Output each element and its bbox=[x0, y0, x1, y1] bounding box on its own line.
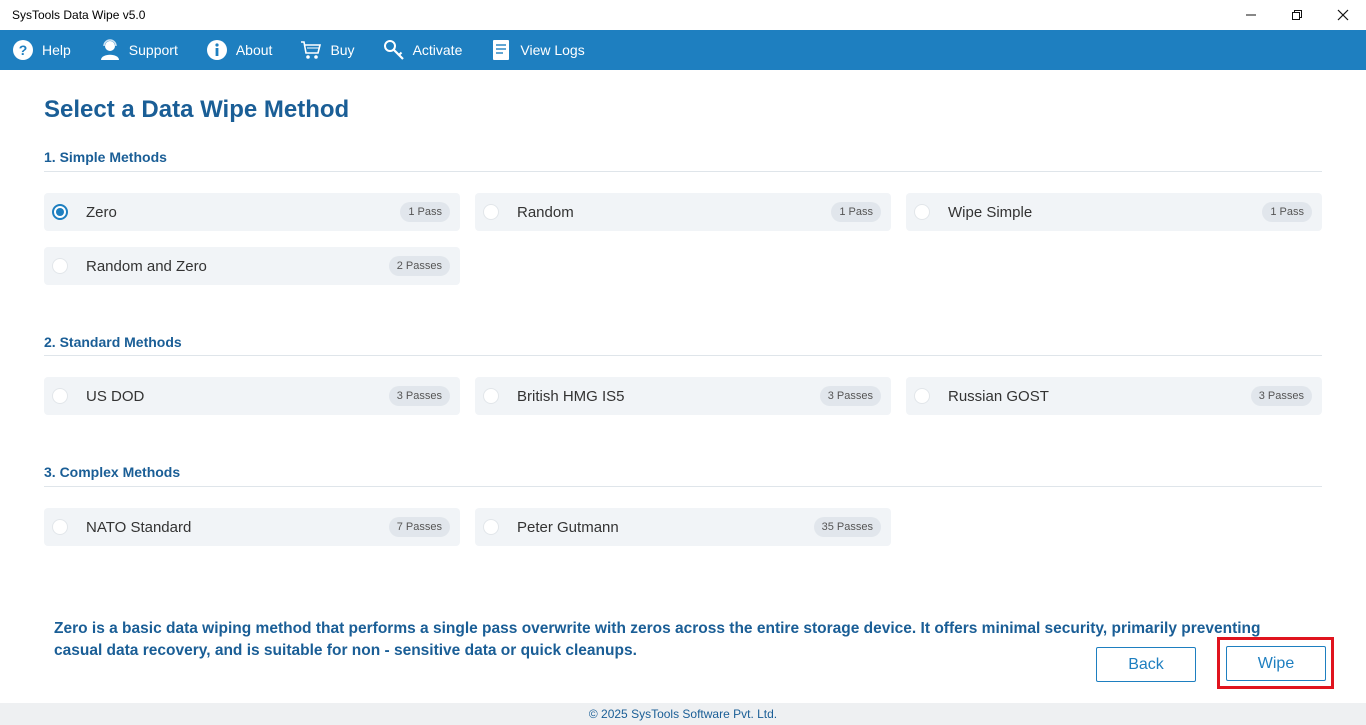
toolbar-activate-label: Activate bbox=[412, 42, 463, 58]
svg-text:?: ? bbox=[19, 42, 28, 58]
option-label: Russian GOST bbox=[948, 387, 1049, 405]
log-icon bbox=[490, 39, 512, 61]
info-icon bbox=[206, 39, 228, 61]
section-divider bbox=[44, 171, 1322, 172]
support-icon bbox=[99, 39, 121, 61]
back-button[interactable]: Back bbox=[1096, 647, 1196, 682]
option-zero[interactable]: Zero 1 Pass bbox=[44, 193, 460, 231]
toolbar: ? Help Support About Buy Activate View L… bbox=[0, 30, 1366, 70]
close-icon[interactable] bbox=[1320, 0, 1366, 30]
key-icon bbox=[383, 39, 405, 61]
pass-badge: 2 Passes bbox=[388, 256, 450, 276]
toolbar-about[interactable]: About bbox=[206, 30, 273, 70]
help-icon: ? bbox=[12, 39, 34, 61]
radio-russian-gost[interactable] bbox=[914, 388, 930, 404]
copyright-text: © 2025 SysTools Software Pvt. Ltd. bbox=[588, 707, 778, 721]
section-title-complex: 3. Complex Methods bbox=[44, 464, 181, 480]
cart-icon bbox=[300, 39, 322, 61]
footer: © 2025 SysTools Software Pvt. Ltd. bbox=[0, 703, 1366, 725]
wipe-button[interactable]: Wipe bbox=[1226, 646, 1326, 681]
toolbar-help-label: Help bbox=[42, 42, 71, 58]
pass-badge: 3 Passes bbox=[819, 386, 881, 406]
radio-random-and-zero[interactable] bbox=[52, 258, 68, 274]
option-label: Random and Zero bbox=[86, 257, 207, 275]
option-random-and-zero[interactable]: Random and Zero 2 Passes bbox=[44, 247, 460, 285]
radio-british-hmg-is5[interactable] bbox=[483, 388, 499, 404]
pass-badge: 1 Pass bbox=[400, 202, 450, 222]
minimize-icon[interactable] bbox=[1228, 0, 1274, 30]
option-us-dod[interactable]: US DOD 3 Passes bbox=[44, 377, 460, 415]
pass-badge: 3 Passes bbox=[1250, 386, 1312, 406]
window-title: SysTools Data Wipe v5.0 bbox=[12, 8, 146, 22]
title-bar: SysTools Data Wipe v5.0 bbox=[0, 0, 1366, 30]
section-divider bbox=[44, 486, 1322, 487]
option-wipe-simple[interactable]: Wipe Simple 1 Pass bbox=[906, 193, 1322, 231]
radio-wipe-simple[interactable] bbox=[914, 204, 930, 220]
option-label: NATO Standard bbox=[86, 518, 192, 536]
option-label: Wipe Simple bbox=[948, 203, 1033, 221]
radio-zero[interactable] bbox=[52, 204, 68, 220]
section-title-simple: 1. Simple Methods bbox=[44, 149, 167, 165]
option-nato-standard[interactable]: NATO Standard 7 Passes bbox=[44, 508, 460, 546]
radio-random[interactable] bbox=[483, 204, 499, 220]
toolbar-about-label: About bbox=[235, 42, 273, 58]
toolbar-buy-label: Buy bbox=[330, 42, 355, 58]
toolbar-view-logs[interactable]: View Logs bbox=[490, 30, 585, 70]
pass-badge: 35 Passes bbox=[813, 517, 881, 537]
section-title-standard: 2. Standard Methods bbox=[44, 334, 182, 350]
toolbar-buy[interactable]: Buy bbox=[300, 30, 355, 70]
option-peter-gutmann[interactable]: Peter Gutmann 35 Passes bbox=[475, 508, 891, 546]
pass-badge: 1 Pass bbox=[1262, 202, 1312, 222]
toolbar-support[interactable]: Support bbox=[99, 30, 178, 70]
page-title: Select a Data Wipe Method bbox=[44, 96, 350, 123]
toolbar-help[interactable]: ? Help bbox=[12, 30, 71, 70]
option-russian-gost[interactable]: Russian GOST 3 Passes bbox=[906, 377, 1322, 415]
toolbar-view-logs-label: View Logs bbox=[520, 42, 585, 58]
section-divider bbox=[44, 355, 1322, 356]
option-label: US DOD bbox=[86, 387, 145, 405]
option-label: British HMG IS5 bbox=[517, 387, 625, 405]
option-label: Peter Gutmann bbox=[517, 518, 619, 536]
option-british-hmg-is5[interactable]: British HMG IS5 3 Passes bbox=[475, 377, 891, 415]
pass-badge: 7 Passes bbox=[388, 517, 450, 537]
pass-badge: 3 Passes bbox=[388, 386, 450, 406]
pass-badge: 1 Pass bbox=[831, 202, 881, 222]
radio-peter-gutmann[interactable] bbox=[483, 519, 499, 535]
radio-us-dod[interactable] bbox=[52, 388, 68, 404]
toolbar-activate[interactable]: Activate bbox=[383, 30, 463, 70]
option-label: Zero bbox=[86, 203, 117, 221]
option-random[interactable]: Random 1 Pass bbox=[475, 193, 891, 231]
radio-nato-standard[interactable] bbox=[52, 519, 68, 535]
toolbar-support-label: Support bbox=[128, 42, 178, 58]
option-label: Random bbox=[517, 203, 574, 221]
restore-icon[interactable] bbox=[1274, 0, 1320, 30]
